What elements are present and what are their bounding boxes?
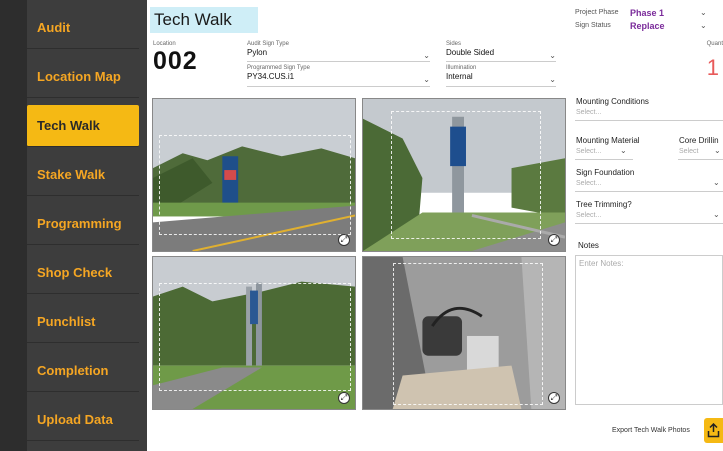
crop-outline: [391, 111, 541, 239]
photo-2[interactable]: ⤢: [362, 98, 566, 252]
sidebar-rail: [0, 0, 27, 451]
sides-select[interactable]: Sides Double Sided ⌄: [446, 41, 556, 60]
photo-1[interactable]: ⤢: [152, 98, 356, 252]
sidebar-item-upload-data[interactable]: Upload Data: [27, 399, 139, 441]
quantity-label: Quant: [706, 41, 723, 47]
sidebar-item-shop-check[interactable]: Shop Check: [27, 252, 139, 294]
crop-outline: [393, 263, 543, 405]
mounting-conditions-label: Mounting Conditions: [576, 97, 649, 106]
notes-label: Notes: [578, 241, 599, 250]
divider: [446, 61, 556, 62]
sidebar-item-audit[interactable]: Audit: [27, 7, 139, 49]
photo-4[interactable]: ⤢: [362, 256, 566, 410]
sidebar-item-location-map[interactable]: Location Map: [27, 56, 139, 98]
export-label: Export Tech Walk Photos: [612, 427, 690, 434]
phase-status-area: Project Phase Phase 1 ⌄ Sign Status Repl…: [575, 6, 707, 32]
chevron-down-icon: ⌄: [423, 75, 430, 84]
sidebar-item-tech-walk[interactable]: Tech Walk: [27, 105, 139, 147]
illumination-label: Illumination: [446, 65, 477, 71]
divider: [678, 159, 723, 160]
programmed-sign-type-select[interactable]: Programmed Sign Type PY34.CUS.i1 ⌄: [247, 65, 430, 84]
divider: [575, 120, 723, 121]
programmed-sign-type-value: PY34.CUS.i1: [247, 72, 295, 81]
sidebar-item-completion[interactable]: Completion: [27, 350, 139, 392]
sign-status-select[interactable]: Sign Status Replace ⌄: [575, 19, 707, 32]
chevron-down-icon: ⌄: [423, 51, 430, 60]
chevron-down-icon: ⌄: [714, 146, 721, 155]
mounting-conditions-select[interactable]: Select...: [576, 109, 601, 116]
export-button[interactable]: [704, 418, 723, 443]
location-number: 002: [153, 47, 198, 75]
divider: [575, 191, 723, 192]
photo-3[interactable]: ⤢: [152, 256, 356, 410]
project-phase-select[interactable]: Project Phase Phase 1 ⌄: [575, 6, 707, 19]
quantity-value[interactable]: 1: [707, 55, 719, 81]
sign-foundation-label: Sign Foundation: [576, 168, 635, 177]
illumination-select[interactable]: Illumination Internal ⌄: [446, 65, 556, 84]
chevron-down-icon: ⌄: [620, 146, 627, 155]
divider: [247, 86, 430, 87]
chevron-down-icon: ⌄: [549, 51, 556, 60]
sidebar-item-programming[interactable]: Programming: [27, 203, 139, 245]
project-phase-value: Phase 1: [630, 7, 665, 18]
crop-outline: [159, 283, 351, 391]
expand-icon[interactable]: ⤢: [548, 392, 560, 404]
project-phase-label: Project Phase: [575, 9, 619, 16]
tree-trimming-select[interactable]: Select...: [576, 212, 601, 219]
chevron-down-icon: ⌄: [549, 75, 556, 84]
sides-label: Sides: [446, 41, 462, 47]
sidebar-item-punchlist[interactable]: Punchlist: [27, 301, 139, 343]
sidebar-item-stake-walk[interactable]: Stake Walk: [27, 154, 139, 196]
core-drilling-label: Core Drillin: [679, 136, 719, 145]
sign-status-label: Sign Status: [575, 22, 611, 29]
sign-status-value: Replace: [630, 20, 665, 31]
sign-foundation-select[interactable]: Select...: [576, 180, 601, 187]
audit-sign-type-label: Audit Sign Type: [247, 41, 289, 47]
illumination-value: Internal: [446, 72, 473, 81]
notes-textarea[interactable]: Enter Notes:: [575, 255, 723, 405]
divider: [575, 159, 633, 160]
crop-outline: [159, 135, 351, 235]
location-block: Location 002: [153, 41, 198, 75]
expand-icon[interactable]: ⤢: [548, 234, 560, 246]
core-drilling-select[interactable]: Select: [679, 148, 698, 155]
expand-icon[interactable]: ⤢: [338, 392, 350, 404]
export-icon: [707, 423, 720, 438]
programmed-sign-type-label: Programmed Sign Type: [247, 65, 310, 71]
expand-icon[interactable]: ⤢: [338, 234, 350, 246]
audit-sign-type-value: Pylon: [247, 48, 268, 57]
mounting-material-select[interactable]: Select...: [576, 148, 601, 155]
tree-trimming-label: Tree Trimming?: [576, 200, 632, 209]
chevron-down-icon: ⌄: [713, 178, 720, 187]
divider: [247, 61, 430, 62]
page-title: Tech Walk: [150, 7, 258, 33]
mounting-material-label: Mounting Material: [576, 136, 640, 145]
divider: [446, 86, 556, 87]
sidebar: Audit Location Map Tech Walk Stake Walk …: [0, 0, 147, 451]
audit-sign-type-select[interactable]: Audit Sign Type Pylon ⌄: [247, 41, 430, 60]
chevron-down-icon: ⌄: [700, 8, 707, 17]
divider: [575, 223, 723, 224]
chevron-down-icon: ⌄: [713, 210, 720, 219]
sides-value: Double Sided: [446, 48, 495, 57]
chevron-down-icon: ⌄: [700, 21, 707, 30]
